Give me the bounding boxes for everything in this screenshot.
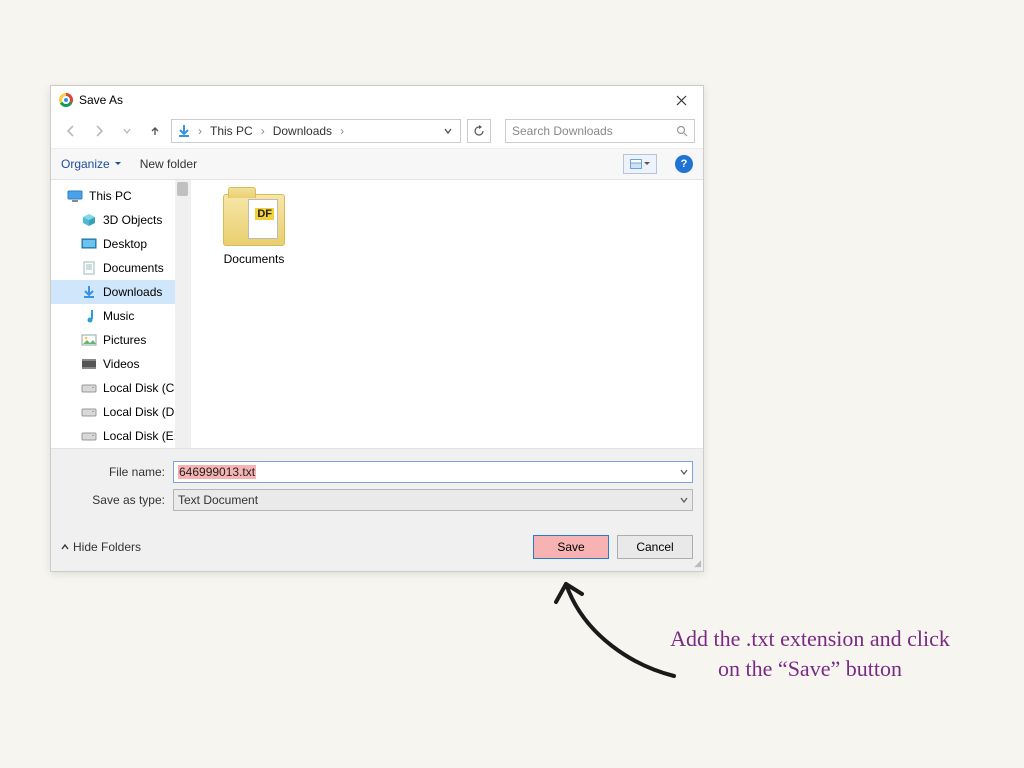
footer: Hide Folders Save Cancel ◢ bbox=[51, 525, 703, 571]
saveastype-value: Text Document bbox=[178, 493, 680, 507]
docs-icon bbox=[81, 261, 97, 275]
saveastype-label: Save as type: bbox=[61, 493, 173, 507]
organize-label: Organize bbox=[61, 157, 110, 171]
tree-item-label: Local Disk (E:) bbox=[103, 429, 181, 443]
disk-icon bbox=[81, 429, 97, 443]
chevron-down-icon bbox=[114, 160, 122, 168]
save-as-dialog: Save As › This PC bbox=[50, 85, 704, 572]
tree-item-local-disk-d-[interactable]: Local Disk (D:) bbox=[51, 400, 190, 424]
up-button[interactable] bbox=[143, 119, 167, 143]
tree-item-downloads[interactable]: Downloads bbox=[51, 280, 190, 304]
filename-label: File name: bbox=[61, 465, 173, 479]
filename-value: 646999013.txt bbox=[178, 465, 256, 479]
desktop-icon bbox=[81, 237, 97, 251]
recent-dropdown[interactable] bbox=[115, 119, 139, 143]
tree-item-label: Music bbox=[103, 309, 134, 323]
close-icon bbox=[676, 95, 687, 106]
close-button[interactable] bbox=[661, 86, 701, 114]
folder-icon: DF bbox=[223, 194, 285, 246]
tree-item-local-disk-e-[interactable]: Local Disk (E:) bbox=[51, 424, 190, 448]
toolbar: Organize New folder ? bbox=[51, 148, 703, 180]
breadcrumb-this-pc[interactable]: This PC bbox=[208, 122, 255, 140]
view-icon bbox=[630, 159, 642, 169]
pictures-icon bbox=[81, 333, 97, 347]
tree-item-this-pc[interactable]: This PC bbox=[51, 184, 190, 208]
save-label: Save bbox=[557, 540, 584, 554]
address-bar[interactable]: › This PC › Downloads › bbox=[171, 119, 461, 143]
tree-item-label: Local Disk (C:) bbox=[103, 381, 182, 395]
downloads-icon bbox=[81, 285, 97, 299]
pc-icon bbox=[67, 189, 83, 203]
3d-icon bbox=[81, 213, 97, 227]
titlebar: Save As bbox=[51, 86, 703, 114]
downloads-icon bbox=[176, 123, 192, 139]
refresh-button[interactable] bbox=[467, 119, 491, 143]
chevron-down-icon[interactable] bbox=[680, 465, 688, 479]
chevron-down-icon[interactable] bbox=[680, 493, 688, 507]
filename-input[interactable]: 646999013.txt bbox=[173, 461, 693, 483]
tree-item-music[interactable]: Music bbox=[51, 304, 190, 328]
disk-icon bbox=[81, 405, 97, 419]
tree-item-desktop[interactable]: Desktop bbox=[51, 232, 190, 256]
save-button[interactable]: Save bbox=[533, 535, 609, 559]
help-button[interactable]: ? bbox=[675, 155, 693, 173]
search-icon bbox=[676, 125, 688, 137]
new-folder-button[interactable]: New folder bbox=[140, 157, 197, 171]
chevron-right-icon: › bbox=[340, 124, 344, 138]
breadcrumb-downloads[interactable]: Downloads bbox=[271, 122, 334, 140]
tree-item-label: Videos bbox=[103, 357, 139, 371]
search-placeholder: Search Downloads bbox=[512, 124, 676, 138]
music-icon bbox=[81, 309, 97, 323]
chevron-down-icon bbox=[644, 161, 650, 167]
tree-item-label: Pictures bbox=[103, 333, 146, 347]
back-button[interactable] bbox=[59, 119, 83, 143]
resize-grip[interactable]: ◢ bbox=[694, 558, 701, 569]
videos-icon bbox=[81, 357, 97, 371]
tree-item-documents[interactable]: Documents bbox=[51, 256, 190, 280]
refresh-icon bbox=[473, 125, 485, 137]
fields: File name: 646999013.txt Save as type: T… bbox=[51, 448, 703, 525]
tree-item-label: 3D Objects bbox=[103, 213, 162, 227]
chevron-right-icon: › bbox=[198, 124, 202, 138]
tree-item-label: Documents bbox=[103, 261, 164, 275]
content-pane[interactable]: DF Documents bbox=[191, 180, 703, 448]
window-title: Save As bbox=[79, 93, 661, 107]
tree-item-3d-objects[interactable]: 3D Objects bbox=[51, 208, 190, 232]
disk-icon bbox=[81, 381, 97, 395]
tree-item-local-disk-c-[interactable]: Local Disk (C:) bbox=[51, 376, 190, 400]
tree-item-label: Local Disk (D:) bbox=[103, 405, 182, 419]
tree-item-videos[interactable]: Videos bbox=[51, 352, 190, 376]
hide-folders-button[interactable]: Hide Folders bbox=[61, 540, 141, 554]
scrollbar[interactable] bbox=[175, 180, 190, 448]
forward-button[interactable] bbox=[87, 119, 111, 143]
folder-item-documents[interactable]: DF Documents bbox=[209, 194, 299, 266]
tree-item-label: Desktop bbox=[103, 237, 147, 251]
scrollbar-thumb[interactable] bbox=[177, 182, 188, 196]
nav-row: › This PC › Downloads › Search Downloads bbox=[51, 114, 703, 148]
tree-item-pictures[interactable]: Pictures bbox=[51, 328, 190, 352]
chrome-icon bbox=[59, 93, 73, 107]
chevron-up-icon bbox=[61, 543, 69, 551]
dialog-body: This PC 3D Objects Desktop Documents Downloa… bbox=[51, 180, 703, 448]
view-button[interactable] bbox=[623, 154, 657, 174]
cancel-button[interactable]: Cancel bbox=[617, 535, 693, 559]
tree-item-label: Downloads bbox=[103, 285, 162, 299]
tree-item-label: This PC bbox=[89, 189, 132, 203]
hide-folders-label: Hide Folders bbox=[73, 540, 141, 554]
help-icon: ? bbox=[681, 158, 688, 170]
chevron-right-icon: › bbox=[261, 124, 265, 138]
cancel-label: Cancel bbox=[636, 540, 673, 554]
address-dropdown[interactable] bbox=[440, 124, 456, 138]
nav-tree: This PC 3D Objects Desktop Documents Downloa… bbox=[51, 180, 191, 448]
folder-label: Documents bbox=[209, 252, 299, 266]
new-folder-label: New folder bbox=[140, 157, 197, 171]
saveastype-select[interactable]: Text Document bbox=[173, 489, 693, 511]
annotation-text: Add the .txt extension and click on the … bbox=[660, 624, 960, 683]
organize-button[interactable]: Organize bbox=[61, 157, 122, 171]
search-input[interactable]: Search Downloads bbox=[505, 119, 695, 143]
